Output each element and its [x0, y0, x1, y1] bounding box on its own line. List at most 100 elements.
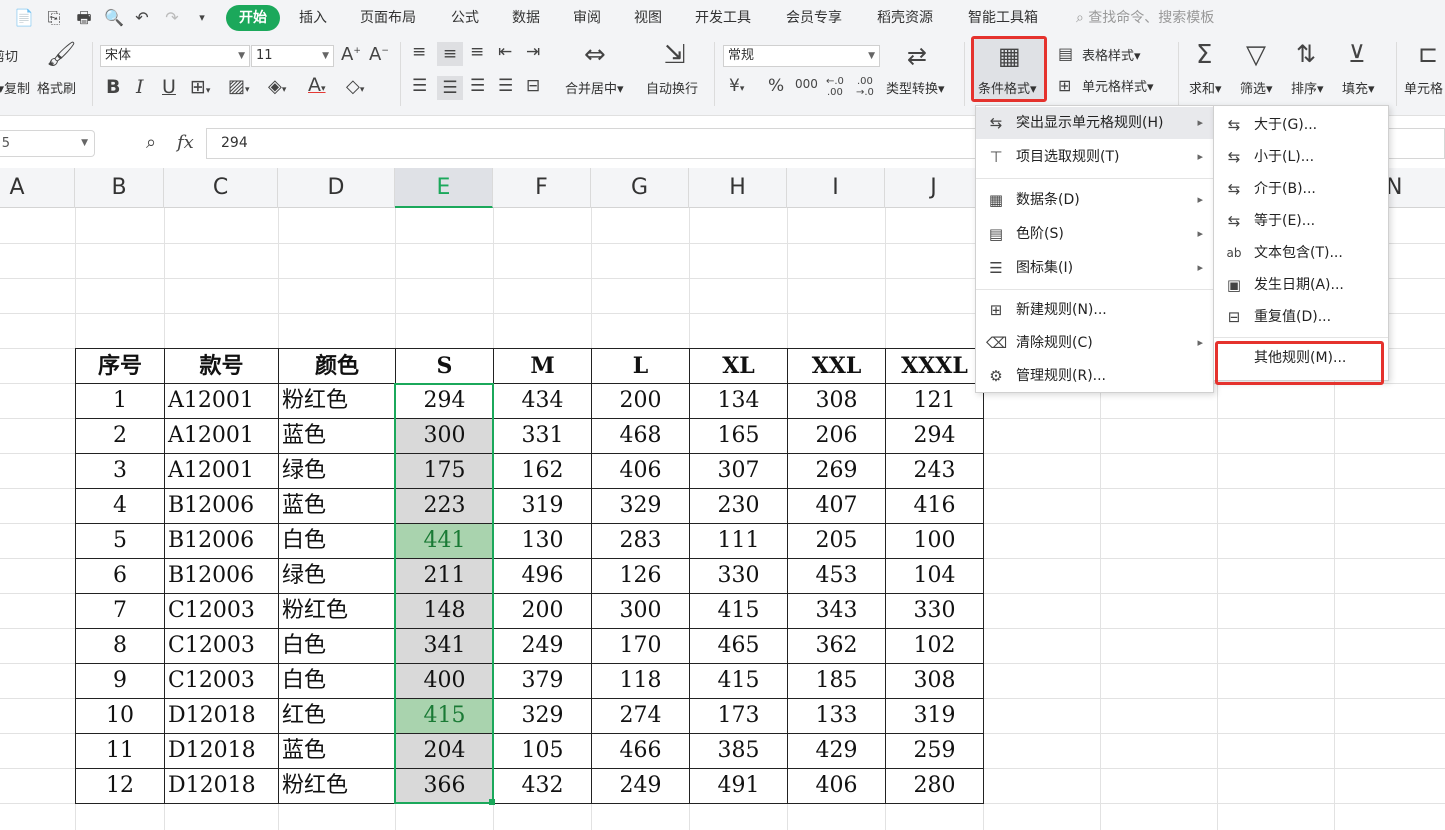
cell-button[interactable]: 单元格: [1404, 82, 1445, 98]
column-header[interactable]: H: [689, 168, 787, 208]
table-cell[interactable]: 6: [75, 558, 165, 594]
table-cell[interactable]: D12018: [164, 768, 279, 804]
column-header[interactable]: J: [885, 168, 983, 208]
italic-icon[interactable]: I: [136, 78, 144, 97]
bold-icon[interactable]: B: [106, 78, 120, 97]
print-icon[interactable]: 🖶: [74, 8, 94, 28]
sum-icon[interactable]: Σ: [1196, 42, 1212, 68]
number-format-select[interactable]: 常规 ▼: [723, 45, 880, 67]
table-cell[interactable]: 104: [885, 558, 984, 594]
font-size-select[interactable]: 11 ▼: [251, 45, 334, 67]
sort-icon[interactable]: ⇅: [1296, 42, 1316, 66]
table-cell[interactable]: 130: [493, 523, 592, 559]
fill-icon[interactable]: ⊻: [1348, 42, 1366, 66]
table-cell[interactable]: C12003: [164, 663, 279, 699]
filter-icon[interactable]: ▽: [1246, 42, 1266, 68]
cell-style-icon[interactable]: ⊞: [1058, 78, 1071, 94]
tab-review[interactable]: 审阅: [573, 8, 601, 28]
format-painter-icon[interactable]: 🖌: [46, 42, 76, 66]
decrease-decimal-icon[interactable]: .00 →.0: [856, 76, 874, 98]
table-cell[interactable]: 126: [591, 558, 690, 594]
table-cell[interactable]: 红色: [278, 698, 396, 734]
type-convert-button[interactable]: 类型转换▾: [886, 82, 945, 98]
cell-fill-pattern-icon[interactable]: ▨▾: [228, 78, 250, 96]
table-cell[interactable]: C12003: [164, 628, 279, 664]
table-cell[interactable]: 329: [591, 488, 690, 524]
menu-item-between[interactable]: ⇆ 介于(B)...: [1214, 173, 1388, 205]
table-cell[interactable]: A12001: [164, 453, 279, 489]
format-painter-button[interactable]: 格式刷: [37, 82, 76, 98]
align-center-icon[interactable]: ☰: [437, 76, 463, 100]
table-cell[interactable]: 466: [591, 733, 690, 769]
percent-icon[interactable]: %: [768, 78, 784, 95]
quick-access-dropdown-icon[interactable]: ▾: [192, 8, 212, 28]
sum-button[interactable]: 求和▾: [1189, 82, 1222, 98]
print-preview-icon[interactable]: 🔍: [104, 8, 124, 28]
merge-center-button[interactable]: 合并居中▾: [565, 82, 624, 98]
tab-formula[interactable]: 公式: [451, 8, 479, 28]
table-cell[interactable]: 259: [885, 733, 984, 769]
menu-item-text-contains[interactable]: ab 文本包含(T)...: [1214, 237, 1388, 269]
table-cell[interactable]: B12006: [164, 523, 279, 559]
column-header[interactable]: G: [591, 168, 689, 208]
menu-item-less-than[interactable]: ⇆ 小于(L)...: [1214, 141, 1388, 173]
table-cell[interactable]: 379: [493, 663, 592, 699]
table-cell[interactable]: 491: [689, 768, 788, 804]
table-cell[interactable]: 白色: [278, 663, 396, 699]
cell-style-button[interactable]: 单元格样式▾: [1082, 80, 1154, 96]
table-cell[interactable]: 283: [591, 523, 690, 559]
thousands-icon[interactable]: 000: [795, 78, 818, 90]
table-cell[interactable]: 105: [493, 733, 592, 769]
tab-docer-resources[interactable]: 稻壳资源: [877, 8, 933, 28]
filter-button[interactable]: 筛选▾: [1240, 82, 1273, 98]
table-header-cell[interactable]: S: [395, 348, 494, 384]
table-cell[interactable]: A12001: [164, 418, 279, 454]
table-cell[interactable]: 468: [591, 418, 690, 454]
font-color-icon[interactable]: A▾: [308, 76, 326, 95]
type-convert-icon[interactable]: ⇄: [907, 44, 927, 68]
table-header-cell[interactable]: L: [591, 348, 690, 384]
column-header[interactable]: A: [0, 168, 75, 208]
table-cell[interactable]: 185: [787, 663, 886, 699]
align-middle-icon[interactable]: ≡: [437, 42, 463, 66]
table-cell[interactable]: 343: [787, 593, 886, 629]
clear-format-icon[interactable]: ◇▾: [346, 78, 364, 96]
table-cell[interactable]: 8: [75, 628, 165, 664]
justify-icon[interactable]: ☰: [498, 78, 513, 95]
table-cell[interactable]: 粉红色: [278, 593, 396, 629]
column-header[interactable]: B: [75, 168, 164, 208]
table-cell[interactable]: 429: [787, 733, 886, 769]
wrap-text-button[interactable]: 自动换行: [646, 82, 698, 98]
table-header-cell[interactable]: 款号: [164, 348, 279, 384]
table-header-cell[interactable]: 序号: [75, 348, 165, 384]
new-file-icon[interactable]: 📄: [14, 8, 34, 28]
wrap-text-icon[interactable]: ⇲: [664, 42, 686, 68]
menu-item-greater-than[interactable]: ⇆ 大于(G)...: [1214, 109, 1388, 141]
increase-font-icon[interactable]: A+: [341, 46, 361, 64]
table-cell[interactable]: 11: [75, 733, 165, 769]
table-cell[interactable]: C12003: [164, 593, 279, 629]
increase-decimal-icon[interactable]: ←.0.00: [826, 76, 844, 98]
table-cell[interactable]: 12: [75, 768, 165, 804]
border-icon[interactable]: ⊞▾: [190, 78, 210, 97]
table-cell[interactable]: 453: [787, 558, 886, 594]
tab-view[interactable]: 视图: [634, 8, 662, 28]
table-cell[interactable]: 465: [689, 628, 788, 664]
table-header-cell[interactable]: XXL: [787, 348, 886, 384]
tab-start[interactable]: 开始: [226, 5, 280, 31]
table-cell[interactable]: B12006: [164, 558, 279, 594]
table-cell[interactable]: 249: [591, 768, 690, 804]
table-cell[interactable]: 415: [689, 663, 788, 699]
table-cell[interactable]: 319: [885, 698, 984, 734]
merge-center-icon[interactable]: ⇔: [584, 42, 606, 68]
table-cell[interactable]: 170: [591, 628, 690, 664]
table-cell[interactable]: 416: [885, 488, 984, 524]
table-cell[interactable]: A12001: [164, 383, 279, 419]
table-cell[interactable]: 7: [75, 593, 165, 629]
column-header[interactable]: F: [493, 168, 591, 208]
column-header[interactable]: C: [164, 168, 278, 208]
table-cell[interactable]: 330: [689, 558, 788, 594]
table-cell[interactable]: 绿色: [278, 558, 396, 594]
table-header-cell[interactable]: XL: [689, 348, 788, 384]
sort-button[interactable]: 排序▾: [1291, 82, 1324, 98]
